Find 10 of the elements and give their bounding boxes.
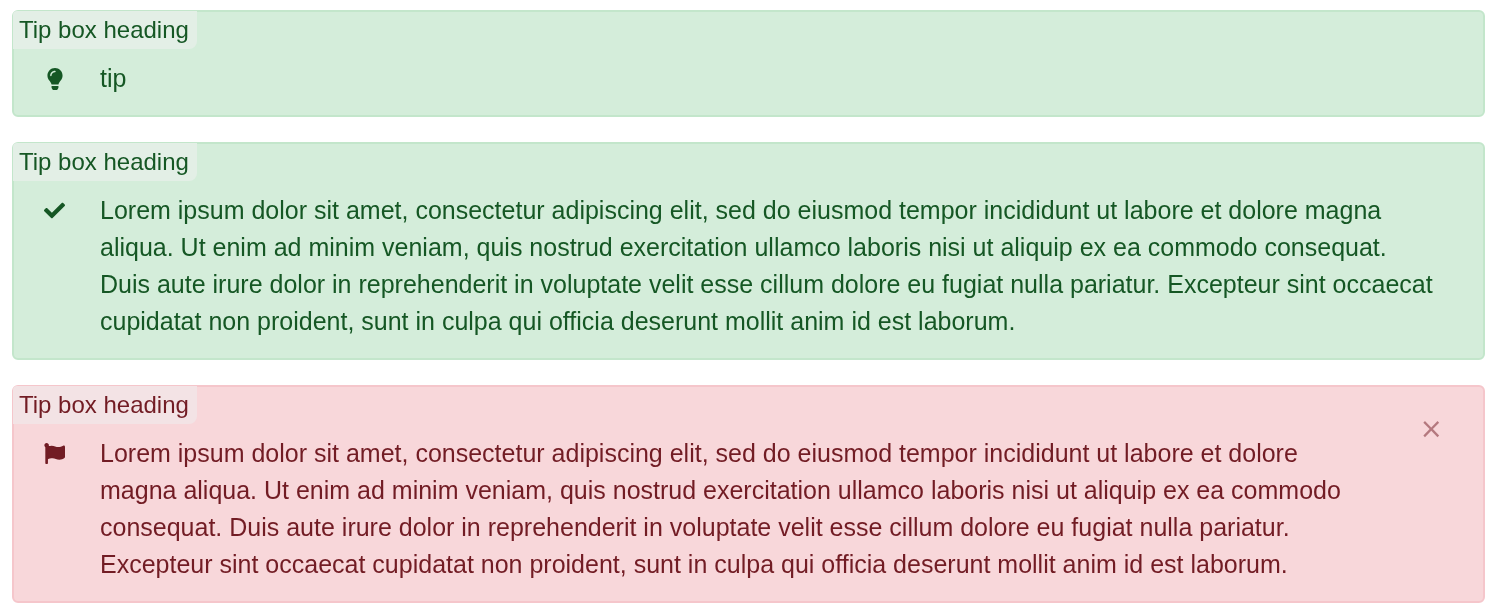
- checkmark-icon: [44, 200, 65, 221]
- tip-box-heading: Tip box heading: [13, 11, 197, 49]
- tip-text: tip: [100, 63, 127, 94]
- lightbulb-icon: [44, 67, 66, 90]
- tip-box-heading: Tip box heading: [13, 143, 197, 181]
- tip-text: Lorem ipsum dolor sit amet, consectetur adipiscing elit, sed do eiusmod tempor incididunt ut labore et dolore magna aliqua. Ut enim ad minim veniam, quis nostrud exercitation ullamco laboris nisi ut aliquip ex ea commodo consequat. Duis aute irure dolor in reprehenderit in voluptate velit esse cillum dolore eu fugiat nulla pariatur. Excepteur sint occaecat cupidatat non proident, sunt in culpa qui officia deserunt mollit anim id est laborum.: [100, 438, 1342, 580]
- tip-box-heading: Tip box heading: [13, 386, 197, 424]
- close-button[interactable]: ×: [1415, 415, 1447, 443]
- flag-icon: [44, 443, 65, 464]
- tip-text: Lorem ipsum dolor sit amet, consectetur adipiscing elit, sed do eiusmod tempor incididunt ut labore et dolore magna aliqua. Ut enim ad minim veniam, quis nostrud exercitation ullamco laboris nisi ut aliquip ex ea commodo consequat. Duis aute irure dolor in reprehenderit in voluptate velit esse cillum dolore eu fugiat nulla pariatur. Excepteur sint occaecat cupidatat non proident, sunt in culpa qui officia deserunt mollit anim id est laborum.: [100, 195, 1434, 337]
